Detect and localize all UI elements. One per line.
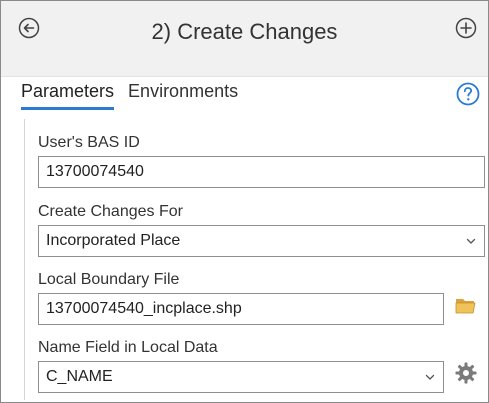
param-bas-id: User's BAS ID 13700074540 bbox=[38, 133, 485, 188]
local-boundary-file-input[interactable]: 13700074540_incplace.shp bbox=[38, 293, 444, 325]
tab-bar: Parameters Environments bbox=[21, 81, 252, 111]
pane-header: 2) Create Changes bbox=[1, 1, 488, 77]
param-name-field: Name Field in Local Data C_NAME bbox=[38, 338, 485, 393]
tab-parameters[interactable]: Parameters bbox=[21, 81, 115, 110]
tab-environments[interactable]: Environments bbox=[128, 81, 238, 107]
name-field-value: C_NAME bbox=[46, 368, 113, 385]
plus-circle-icon[interactable] bbox=[455, 17, 477, 39]
bas-id-input[interactable]: 13700074540 bbox=[38, 156, 485, 188]
gear-icon[interactable] bbox=[454, 361, 478, 385]
local-boundary-file-label: Local Boundary File bbox=[38, 271, 180, 288]
title-bar: 2) Create Changes bbox=[1, 13, 488, 49]
name-field-label: Name Field in Local Data bbox=[38, 339, 218, 356]
folder-icon[interactable] bbox=[454, 293, 478, 317]
parameters-panel: User's BAS ID 13700074540 Create Changes… bbox=[24, 119, 489, 400]
param-create-changes-for: Create Changes For Incorporated Place bbox=[38, 202, 485, 257]
chevron-down-icon bbox=[466, 238, 476, 244]
bas-id-label: User's BAS ID bbox=[38, 134, 140, 151]
create-changes-for-select[interactable]: Incorporated Place bbox=[38, 225, 485, 257]
geoprocessing-pane: 2) Create Changes Parameters Environments… bbox=[0, 0, 489, 403]
create-changes-for-value: Incorporated Place bbox=[46, 232, 181, 249]
page-title: 2) Create Changes bbox=[151, 19, 338, 44]
chevron-down-icon bbox=[425, 374, 435, 380]
name-field-select[interactable]: C_NAME bbox=[38, 361, 444, 393]
help-circle-icon[interactable] bbox=[456, 82, 480, 106]
param-local-boundary-file: Local Boundary File 13700074540_incplace… bbox=[38, 270, 485, 325]
create-changes-for-label: Create Changes For bbox=[38, 203, 183, 220]
